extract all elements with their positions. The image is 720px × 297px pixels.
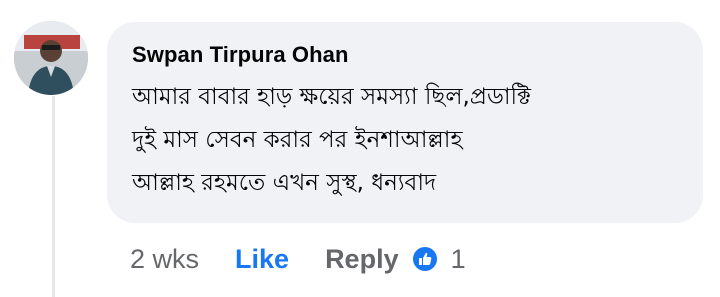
comment-line: আল্লাহ রহমতে এখন সুস্থ, ধন্যবাদ <box>132 170 437 196</box>
reply-button[interactable]: Reply <box>325 244 399 275</box>
avatar[interactable] <box>14 21 88 95</box>
thread-line <box>52 96 55 297</box>
comment-author[interactable]: Swpan Tirpura Ohan <box>132 40 679 70</box>
comment-bubble: Swpan Tirpura Ohan আমার বাবার হাড় ক্ষয়… <box>107 22 703 223</box>
comment-line: আমার বাবার হাড় ক্ষয়ের সমস্যা ছিল,প্রডা… <box>132 84 532 110</box>
comment-text: আমার বাবার হাড় ক্ষয়ের সমস্যা ছিল,প্রডা… <box>132 76 679 205</box>
comment-timestamp[interactable]: 2 wks <box>130 244 199 275</box>
like-button[interactable]: Like <box>235 244 289 275</box>
comment-line: দুই মাস সেবন করার পর ইনশাআল্লাহ <box>132 127 463 153</box>
thumbs-up-reaction-icon[interactable] <box>412 247 437 271</box>
reaction-count[interactable]: 1 <box>451 244 466 275</box>
comment-actions: 2 wks Like Reply 1 <box>130 239 466 279</box>
